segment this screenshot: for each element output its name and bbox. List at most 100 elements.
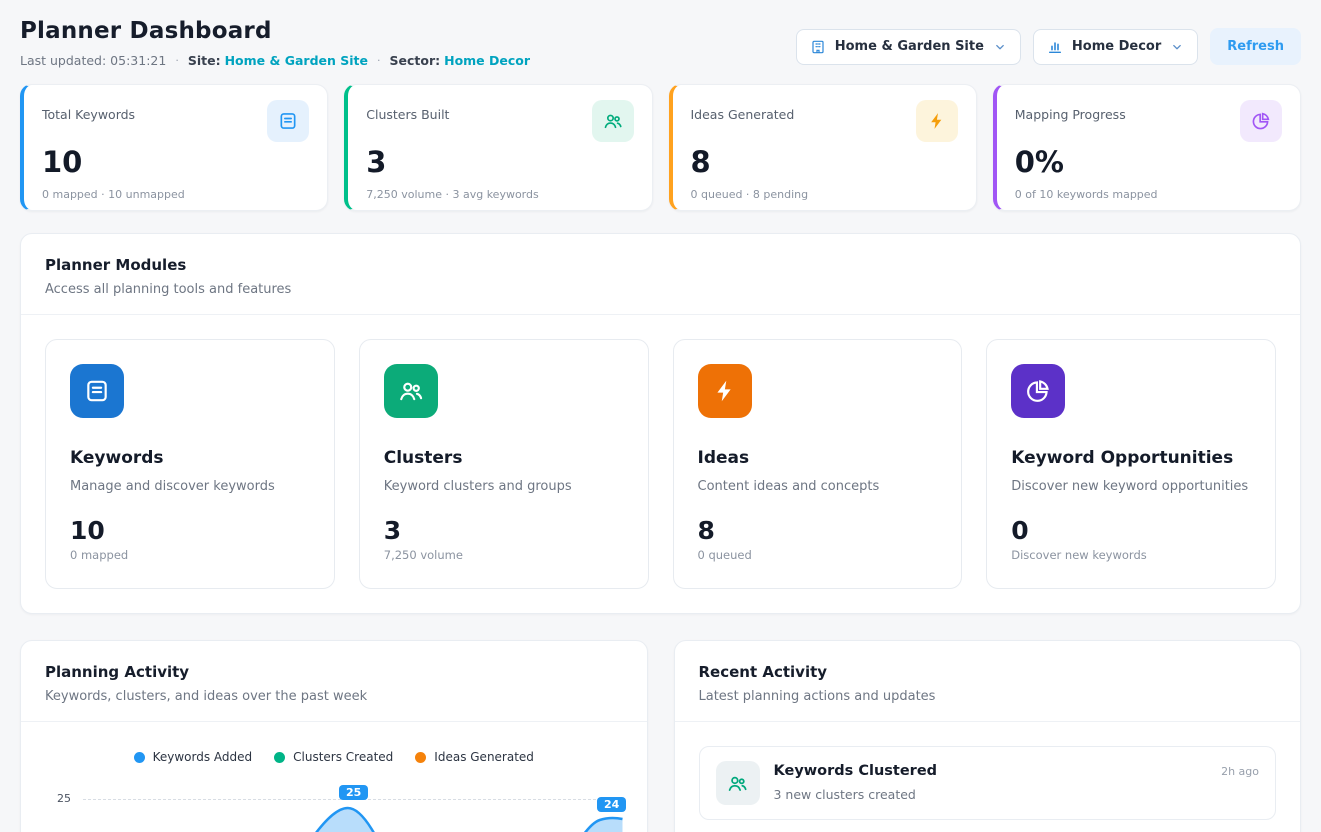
- stat-detail: 0 mapped · 10 unmapped: [42, 188, 309, 201]
- module-card-ideas[interactable]: Ideas Content ideas and concepts 8 0 que…: [673, 339, 963, 589]
- users-icon: [592, 100, 634, 142]
- stat-value: 0%: [1015, 145, 1282, 179]
- site-label: Site:: [188, 53, 221, 68]
- planning-activity-header: Planning Activity Keywords, clusters, an…: [21, 641, 647, 722]
- site-link[interactable]: Home & Garden Site: [225, 53, 368, 68]
- refresh-button[interactable]: Refresh: [1210, 28, 1301, 65]
- pie-chart-icon: [1011, 364, 1065, 418]
- module-card-keywords[interactable]: Keywords Manage and discover keywords 10…: [45, 339, 335, 589]
- legend-label: Clusters Created: [293, 750, 393, 764]
- section-title: Planning Activity: [45, 663, 623, 681]
- legend-item-clusters-created: Clusters Created: [274, 750, 393, 764]
- stat-value: 3: [366, 145, 633, 179]
- module-title: Keywords: [70, 448, 310, 468]
- chevron-down-icon: [1170, 40, 1184, 54]
- section-title: Recent Activity: [699, 663, 1277, 681]
- module-card-clusters[interactable]: Clusters Keyword clusters and groups 3 7…: [359, 339, 649, 589]
- header: Planner Dashboard Last updated: 05:31:21…: [20, 18, 1301, 68]
- site-meta: Site: Home & Garden Site: [188, 53, 368, 68]
- module-detail: 0 mapped: [70, 548, 310, 562]
- module-description: Discover new keyword opportunities: [1011, 479, 1251, 494]
- stat-detail: 0 queued · 8 pending: [691, 188, 958, 201]
- stat-detail: 0 of 10 keywords mapped: [1015, 188, 1282, 201]
- stat-label: Ideas Generated: [691, 107, 795, 122]
- module-title: Clusters: [384, 448, 624, 468]
- activity-detail: 3 new clusters created: [774, 787, 1208, 802]
- module-description: Content ideas and concepts: [698, 479, 938, 494]
- planning-activity-panel: Planning Activity Keywords, clusters, an…: [20, 640, 648, 832]
- planner-dashboard-page: Planner Dashboard Last updated: 05:31:21…: [0, 0, 1321, 832]
- stat-card-mapping-progress: Mapping Progress 0% 0 of 10 keywords map…: [993, 84, 1301, 211]
- activity-item-keywords-clustered[interactable]: Keywords Clustered 3 new clusters create…: [699, 746, 1277, 820]
- y-axis-tick: 25: [57, 792, 71, 805]
- section-title: Planner Modules: [45, 256, 1276, 274]
- module-detail: 7,250 volume: [384, 548, 624, 562]
- sector-select[interactable]: Home Decor: [1033, 29, 1198, 65]
- section-subtitle: Latest planning actions and updates: [699, 689, 1277, 704]
- bottom-row: Planning Activity Keywords, clusters, an…: [20, 640, 1301, 832]
- header-meta: Last updated: 05:31:21 · Site: Home & Ga…: [20, 53, 530, 68]
- legend-item-ideas-generated: Ideas Generated: [415, 750, 534, 764]
- stat-detail: 7,250 volume · 3 avg keywords: [366, 188, 633, 201]
- data-point-label: 25: [339, 785, 368, 800]
- stat-label: Total Keywords: [42, 107, 135, 122]
- legend-item-keywords-added: Keywords Added: [134, 750, 253, 764]
- document-icon: [70, 364, 124, 418]
- chevron-down-icon: [993, 40, 1007, 54]
- meta-separator: ·: [175, 54, 179, 67]
- legend-label: Ideas Generated: [434, 750, 534, 764]
- site-select[interactable]: Home & Garden Site: [796, 29, 1021, 65]
- document-icon: [267, 100, 309, 142]
- stat-card-clusters-built: Clusters Built 3 7,250 volume · 3 avg ke…: [344, 84, 652, 211]
- stat-value: 10: [42, 145, 309, 179]
- module-card-keyword-opportunities[interactable]: Keyword Opportunities Discover new keywo…: [986, 339, 1276, 589]
- chart-legend: Keywords Added Clusters Created Ideas Ge…: [21, 750, 647, 764]
- header-left: Planner Dashboard Last updated: 05:31:21…: [20, 18, 530, 68]
- stat-card-total-keywords: Total Keywords 10 0 mapped · 10 unmapped: [20, 84, 328, 211]
- site-select-value: Home & Garden Site: [835, 39, 984, 54]
- activity-list: Keywords Clustered 3 new clusters create…: [675, 722, 1301, 832]
- last-updated-text: Last updated: 05:31:21: [20, 53, 166, 68]
- recent-activity-header: Recent Activity Latest planning actions …: [675, 641, 1301, 722]
- recent-activity-panel: Recent Activity Latest planning actions …: [674, 640, 1302, 832]
- building-icon: [810, 39, 826, 55]
- meta-separator: ·: [377, 54, 381, 67]
- planner-modules-header: Planner Modules Access all planning tool…: [21, 234, 1300, 315]
- module-description: Manage and discover keywords: [70, 479, 310, 494]
- lightning-icon: [698, 364, 752, 418]
- legend-dot-blue: [134, 752, 145, 763]
- activity-title: Keywords Clustered: [774, 763, 1208, 779]
- module-detail: Discover new keywords: [1011, 548, 1251, 562]
- section-subtitle: Access all planning tools and features: [45, 282, 1276, 297]
- module-value: 10: [70, 516, 310, 545]
- legend-dot-green: [274, 752, 285, 763]
- header-controls: Home & Garden Site Home Decor Refresh: [796, 28, 1301, 65]
- sector-label: Sector:: [390, 53, 441, 68]
- legend-dot-orange: [415, 752, 426, 763]
- lightning-icon: [916, 100, 958, 142]
- module-title: Keyword Opportunities: [1011, 448, 1251, 468]
- section-subtitle: Keywords, clusters, and ideas over the p…: [45, 689, 623, 704]
- planning-activity-chart: 25 25 24: [45, 778, 623, 832]
- module-title: Ideas: [698, 448, 938, 468]
- stat-card-ideas-generated: Ideas Generated 8 0 queued · 8 pending: [669, 84, 977, 211]
- users-icon: [716, 761, 760, 805]
- sector-select-value: Home Decor: [1072, 39, 1161, 54]
- module-description: Keyword clusters and groups: [384, 479, 624, 494]
- legend-label: Keywords Added: [153, 750, 253, 764]
- activity-body: Keywords Clustered 3 new clusters create…: [774, 761, 1208, 802]
- stat-label: Clusters Built: [366, 107, 449, 122]
- module-value: 0: [1011, 516, 1251, 545]
- stat-value: 8: [691, 145, 958, 179]
- users-icon: [384, 364, 438, 418]
- stats-row: Total Keywords 10 0 mapped · 10 unmapped…: [20, 84, 1301, 211]
- sector-meta: Sector: Home Decor: [390, 53, 531, 68]
- module-value: 8: [698, 516, 938, 545]
- pie-chart-icon: [1240, 100, 1282, 142]
- data-point-label: 24: [597, 797, 626, 812]
- bar-chart-icon: [1047, 39, 1063, 55]
- module-value: 3: [384, 516, 624, 545]
- planner-modules-panel: Planner Modules Access all planning tool…: [20, 233, 1301, 614]
- stat-label: Mapping Progress: [1015, 107, 1126, 122]
- sector-link[interactable]: Home Decor: [444, 53, 530, 68]
